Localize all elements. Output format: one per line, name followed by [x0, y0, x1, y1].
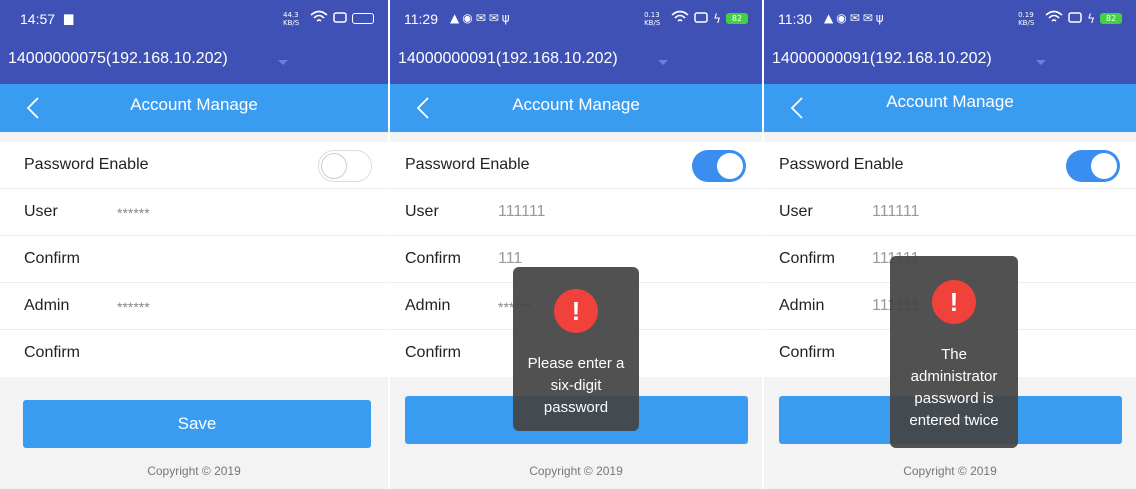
account-form: Password Enable User ****** Confirm Admi… — [0, 142, 388, 377]
status-icons: 44.3 KB/S — [283, 10, 374, 27]
confirm-label: Confirm — [779, 344, 836, 361]
password-enable-label: Password Enable — [779, 156, 904, 173]
password-enable-row: Password Enable — [0, 142, 388, 189]
user-label: User — [405, 203, 439, 220]
password-enable-label: Password Enable — [405, 156, 530, 173]
battery-icon — [352, 13, 374, 24]
device-selector[interactable]: 14000000091(192.168.10.202) — [390, 40, 762, 84]
status-icons: 0.19 KB/S ϟ 82 — [1018, 10, 1122, 27]
status-time: 11:29 — [404, 11, 438, 27]
battery-icon: 82 — [1100, 13, 1122, 24]
user-confirm-field[interactable]: 111 — [498, 250, 522, 268]
confirm-label: Confirm — [405, 344, 462, 361]
title-bar: Account Manage — [0, 84, 388, 132]
confirm-label: Confirm — [405, 250, 462, 267]
toggle-knob — [1091, 153, 1117, 179]
toast-message: The administrator password is entered tw… — [894, 344, 1014, 432]
alert-icon: ! — [932, 280, 976, 324]
confirm-label: Confirm — [24, 344, 81, 361]
admin-label: Admin — [779, 297, 825, 314]
screen-icon — [333, 11, 347, 26]
password-enable-row: Password Enable — [390, 142, 762, 189]
admin-label: Admin — [405, 297, 451, 314]
chevron-down-icon[interactable] — [278, 60, 288, 65]
screen-panel-3: 11:30 ▲◉✉✉ψ 0.19 KB/S ϟ 82 14000000091(1… — [764, 0, 1136, 489]
password-enable-label: Password Enable — [24, 156, 149, 173]
error-toast: ! The administrator password is entered … — [890, 256, 1018, 448]
page-title: Account Manage — [512, 95, 640, 114]
wifi-icon — [1045, 10, 1063, 27]
screen-icon — [694, 11, 708, 26]
toggle-knob — [321, 153, 347, 179]
status-time: 11:30 — [778, 11, 812, 27]
network-speed: 0.13 KB/S — [644, 10, 661, 27]
admin-password-field[interactable]: ****** — [117, 299, 150, 315]
password-enable-toggle[interactable] — [692, 150, 746, 182]
network-speed: 0.19 KB/S — [1018, 10, 1035, 27]
alert-icon: ! — [554, 289, 598, 333]
device-selector[interactable]: 14000000075(192.168.10.202) — [0, 40, 388, 84]
error-toast: ! Please enter a six-digit password — [513, 267, 639, 431]
status-time: 14:57 — [20, 11, 56, 27]
user-password-field[interactable]: ****** — [117, 205, 150, 221]
toast-line: The — [941, 346, 967, 363]
admin-confirm-row: Confirm — [0, 330, 388, 377]
user-password-field[interactable]: 111111 — [498, 203, 545, 221]
screen-panel-1: 14:57 ▆ 44.3 KB/S 14000000075(192.168.10… — [0, 0, 388, 489]
title-bar: Account Manage — [390, 84, 762, 132]
chevron-down-icon[interactable] — [1036, 60, 1046, 65]
device-name: 14000000091(192.168.10.202) — [772, 50, 992, 67]
toast-line: six-digit — [550, 377, 602, 394]
network-speed: 44.3 KB/S — [283, 10, 300, 27]
toast-line: administrator — [910, 368, 998, 385]
admin-row: Admin ****** — [0, 283, 388, 330]
battery-icon: 82 — [726, 13, 748, 24]
page-title: Account Manage — [130, 95, 258, 114]
toast-line: entered twice — [909, 412, 999, 429]
confirm-label: Confirm — [24, 250, 81, 267]
status-bar: 11:30 ▲◉✉✉ψ 0.19 KB/S ϟ 82 — [764, 0, 1136, 40]
user-confirm-row: Confirm — [0, 236, 388, 283]
screen-icon — [1068, 11, 1082, 26]
user-label: User — [24, 203, 58, 220]
device-name: 14000000091(192.168.10.202) — [398, 50, 618, 67]
charging-icon: ϟ — [713, 11, 721, 26]
toast-line: password is — [914, 390, 994, 407]
status-bar: 14:57 ▆ 44.3 KB/S — [0, 0, 388, 40]
copyright-text: Copyright © 2019 — [903, 464, 997, 478]
user-row: User ****** — [0, 189, 388, 236]
wifi-icon — [671, 10, 689, 27]
toast-message: Please enter a six-digit password — [517, 353, 635, 419]
charging-icon: ϟ — [1087, 11, 1095, 26]
device-name: 14000000075(192.168.10.202) — [8, 50, 228, 67]
user-row: User 111111 — [764, 189, 1136, 236]
copyright-text: Copyright © 2019 — [147, 464, 241, 478]
confirm-label: Confirm — [779, 250, 836, 267]
device-selector[interactable]: 14000000091(192.168.10.202) — [764, 40, 1136, 84]
notification-icons: ▲◉✉✉ψ — [450, 11, 513, 25]
user-password-field[interactable]: 111111 — [872, 203, 919, 221]
status-icons: 0.13 KB/S ϟ 82 — [644, 10, 748, 27]
wifi-icon — [310, 10, 328, 27]
admin-label: Admin — [24, 297, 70, 314]
password-enable-toggle[interactable] — [318, 150, 372, 182]
screen-panel-2: 11:29 ▲◉✉✉ψ 0.13 KB/S ϟ 82 14000000091(1… — [390, 0, 762, 489]
title-bar: Account Manage — [764, 84, 1136, 132]
copyright-text: Copyright © 2019 — [529, 464, 623, 478]
password-enable-toggle[interactable] — [1066, 150, 1120, 182]
notification-icons: ▲◉✉✉ψ — [824, 11, 887, 25]
save-button[interactable]: Save — [23, 400, 371, 448]
user-label: User — [779, 203, 813, 220]
chevron-down-icon[interactable] — [658, 60, 668, 65]
status-bar: 11:29 ▲◉✉✉ψ 0.13 KB/S ϟ 82 — [390, 0, 762, 40]
user-row: User 111111 — [390, 189, 762, 236]
toast-line: password — [543, 399, 609, 416]
password-enable-row: Password Enable — [764, 142, 1136, 189]
toggle-knob — [717, 153, 743, 179]
message-icon: ▆ — [64, 11, 77, 25]
toast-line: Please enter a — [527, 355, 625, 372]
page-title: Account Manage — [886, 92, 1014, 111]
